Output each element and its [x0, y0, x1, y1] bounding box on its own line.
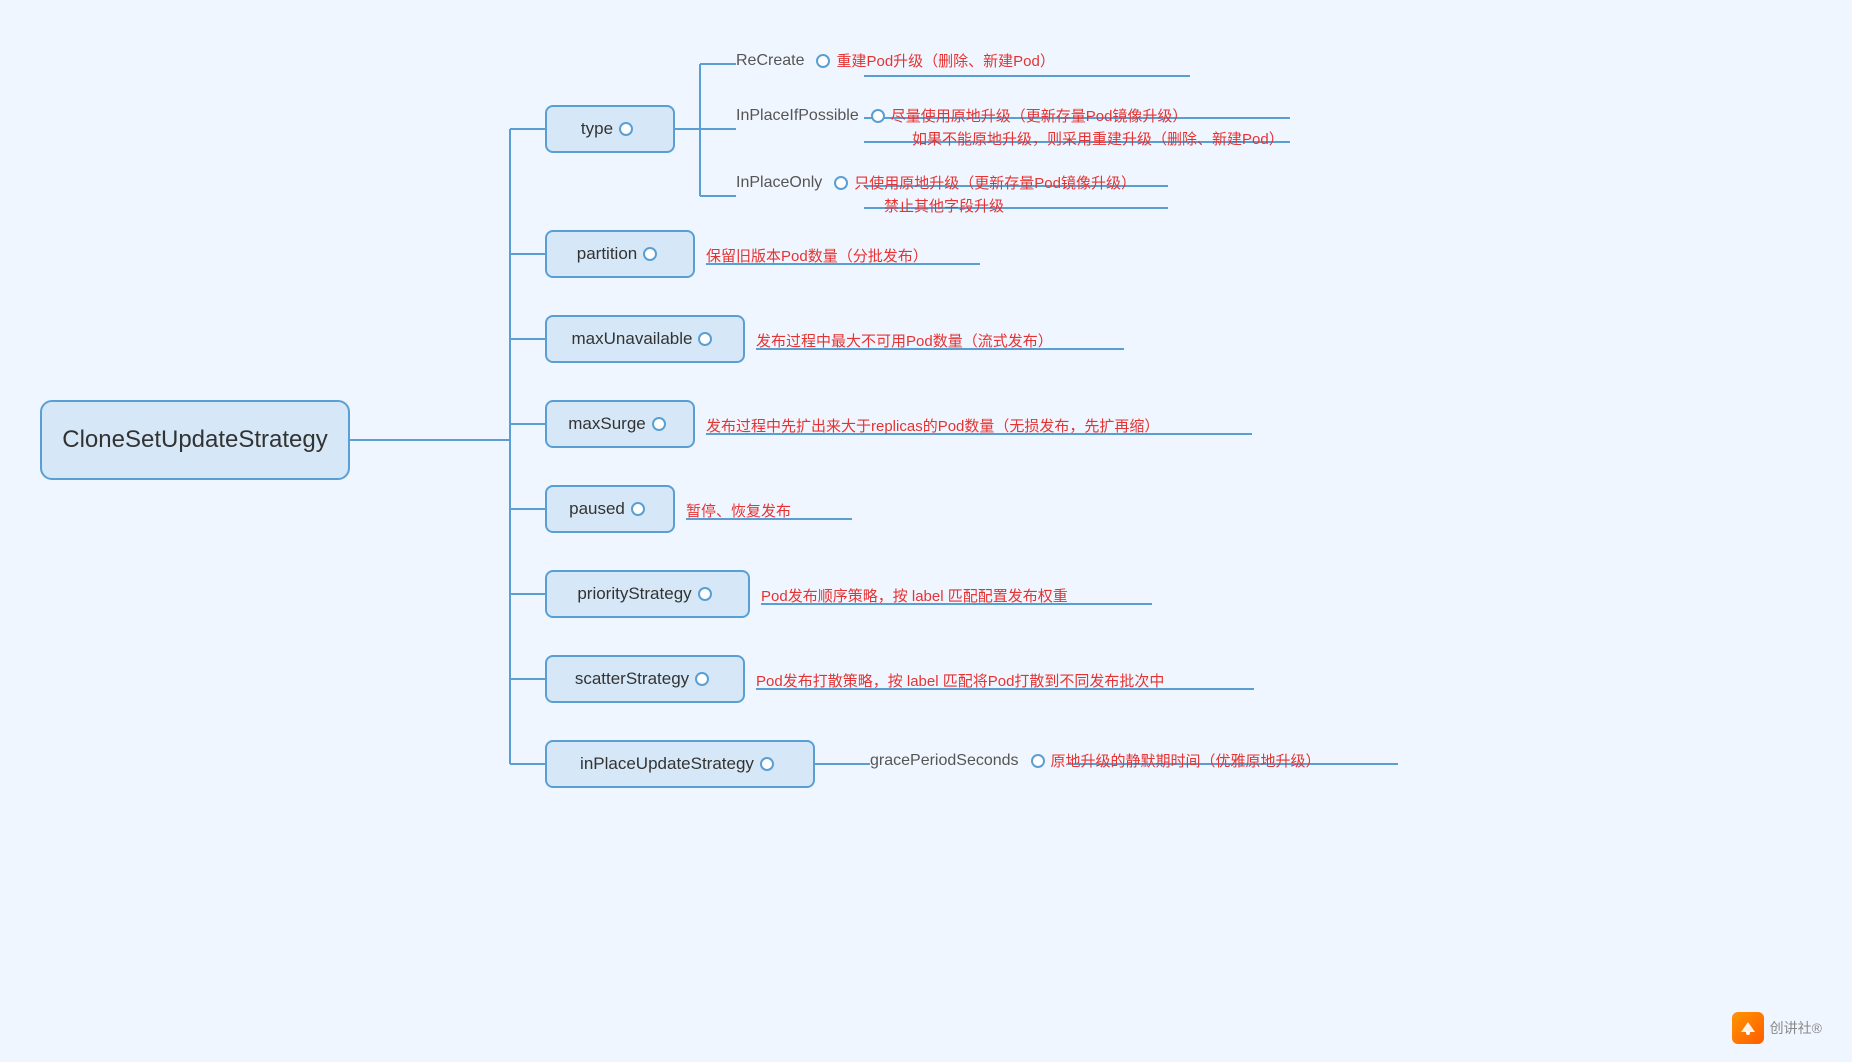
leaf-graceperiodseconds: gracePeriodSeconds 原地升级的静默期时间（优雅原地升级）: [870, 750, 1321, 771]
node-prioritystrategy: priorityStrategy: [545, 570, 750, 618]
ann-paused: 暂停、恢复发布: [686, 500, 791, 521]
ann-graceperiodseconds: 原地升级的静默期时间（优雅原地升级）: [1051, 750, 1321, 771]
connector-circle-inplaceupdatestrategy: [760, 757, 774, 771]
connector-circle-type: [619, 122, 633, 136]
ann-inplaceifpossible-1: 尽量使用原地升级（更新存量Pod镜像升级）: [891, 105, 1188, 126]
connector-circle-partition: [643, 247, 657, 261]
ann-maxunavailable: 发布过程中最大不可用Pod数量（流式发布）: [756, 330, 1053, 351]
node-maxsurge: maxSurge: [545, 400, 695, 448]
connector-circle-prioritystrategy: [698, 587, 712, 601]
watermark: 创讲社®: [1732, 1012, 1822, 1044]
connector-circle-scatterstrategy: [695, 672, 709, 686]
connector-circle-paused: [631, 502, 645, 516]
node-paused: paused: [545, 485, 675, 533]
ann-scatterstrategy: Pod发布打散策略，按 label 匹配将Pod打散到不同发布批次中: [756, 670, 1164, 691]
ann-inplaceifpossible-2: 如果不能原地升级，则采用重建升级（删除、新建Pod）: [912, 131, 1284, 148]
ann-maxsurge: 发布过程中先扩出来大于replicas的Pod数量（无损发布，先扩再缩）: [706, 415, 1159, 436]
conn-inplaceonly: [834, 176, 848, 190]
node-scatterstrategy: scatterStrategy: [545, 655, 745, 703]
conn-graceperiodseconds: [1031, 754, 1045, 768]
ann-prioritystrategy: Pod发布顺序策略，按 label 匹配配置发布权重: [761, 585, 1068, 606]
ann-recreate: 重建Pod升级（删除、新建Pod）: [836, 50, 1054, 71]
conn-recreate: [816, 54, 830, 68]
ann-partition: 保留旧版本Pod数量（分批发布）: [706, 245, 928, 266]
graceperiodseconds-label: gracePeriodSeconds: [870, 752, 1019, 770]
ann-inplaceonly-2: 禁止其他字段升级: [884, 198, 1004, 215]
node-inplaceupdatestrategy: inPlaceUpdateStrategy: [545, 740, 815, 788]
leaf-recreate: ReCreate 重建Pod升级（删除、新建Pod）: [736, 50, 1055, 71]
leaf-inplaceifpossible: InPlaceIfPossible 尽量使用原地升级（更新存量Pod镜像升级） …: [736, 105, 1284, 149]
connector-circle-maxunavailable: [698, 332, 712, 346]
connector-circle-maxsurge: [652, 417, 666, 431]
node-partition: partition: [545, 230, 695, 278]
conn-inplaceifpossible: [871, 109, 885, 123]
ann-inplaceonly-1: 只使用原地升级（更新存量Pod镜像升级）: [854, 172, 1136, 193]
watermark-icon: [1732, 1012, 1764, 1044]
node-type: type: [545, 105, 675, 153]
node-maxunavailable: maxUnavailable: [545, 315, 745, 363]
root-node: CloneSetUpdateStrategy: [40, 400, 350, 480]
leaf-inplaceonly: InPlaceOnly 只使用原地升级（更新存量Pod镜像升级） 禁止其他字段升…: [736, 172, 1136, 216]
watermark-text: 创讲社®: [1770, 1018, 1822, 1038]
